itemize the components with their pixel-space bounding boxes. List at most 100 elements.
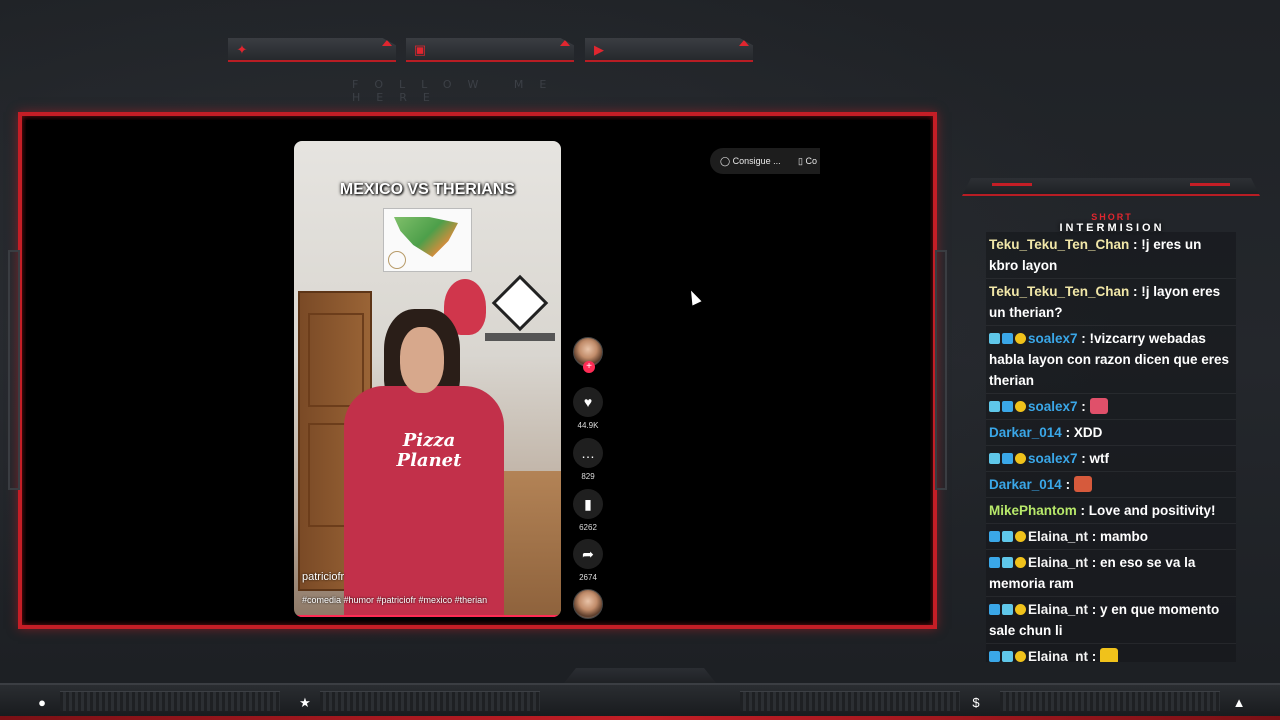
chat-username[interactable]: soalex7 [1028,331,1078,346]
bottom-bar: ● ★ $ ▲ [0,683,1280,720]
chat-subtitle: SHORT [1091,212,1133,222]
chat-username[interactable]: Darkar_014 [989,477,1062,492]
emote-icon [1073,476,1092,492]
twitter-slot[interactable]: ✦ [228,38,396,62]
chat-separator: : [1129,237,1142,252]
chat-username[interactable]: Teku_Teku_Ten_Chan [989,237,1129,252]
video-title: MEXICO VS THERIANS [339,181,516,198]
follow-me-text: FOLLOW ME HERE [352,78,563,104]
chat-message: Elaina_nt : en eso se va la memoria ram [986,550,1236,597]
like-action[interactable]: ♥ 44.9K [571,387,605,430]
chat-separator: : [1077,451,1090,466]
chat-message: Teku_Teku_Ten_Chan : !j eres un kbro lay… [986,232,1236,279]
star-icon: ★ [299,695,311,710]
instagram-slot[interactable]: ▣ [406,38,574,62]
chat-separator: : [1076,503,1089,518]
chat-username[interactable]: Elaina_nt [1028,529,1088,544]
chat-message: Teku_Teku_Ten_Chan : !j layon eres un th… [986,279,1236,326]
dollar-icon: $ [972,695,980,710]
chat-message: Elaina_nt : mambo [986,524,1236,550]
twitter-icon: ✦ [236,42,248,57]
chat-text: mambo [1100,529,1149,544]
chat-username[interactable]: Elaina_nt [1028,649,1088,662]
shelf [485,333,555,341]
comment-action[interactable]: … 829 [571,438,605,481]
bookmark-icon[interactable]: ▮ [573,489,603,519]
chat-text: Love and positivity! [1088,503,1216,518]
coin-icon: ◯ [720,156,731,166]
shirt-logo: Pizza Planet [396,430,462,471]
heart-icon[interactable]: ♥ [573,387,603,417]
blue-badge-icon [1002,453,1013,464]
chat-separator: : [1077,399,1090,414]
youtube-icon: ▶ [594,42,604,57]
emote-icon [1089,398,1108,414]
share-icon[interactable]: ➦ [573,539,603,569]
chat-username[interactable]: MikePhantom [989,503,1077,518]
teal-badge-icon [989,453,1000,464]
chat-username[interactable]: soalex7 [1028,399,1078,414]
video-hashtags[interactable]: #comedia #humor #patriciofr #mexico #the… [302,595,487,605]
gold-badge-icon [1015,453,1026,464]
bottom-red-line [0,716,1280,720]
video-username[interactable]: patriciofr [302,571,344,583]
chat-message: Elaina_nt : y en que momento sale chun l… [986,597,1236,644]
bottom-grill [740,691,960,711]
blue-badge-icon [989,557,1000,568]
device-pill[interactable]: ▯ Co [798,148,817,174]
share-action[interactable]: ➦ 2674 [571,539,605,582]
sound-avatar-button[interactable] [571,589,605,619]
frame-side-left [8,250,20,490]
chat-separator: : [1088,649,1101,662]
chat-separator: : [1061,477,1074,492]
wall-art [491,274,549,332]
creator-avatar-button[interactable]: + [571,337,605,373]
get-app-label: Consigue ... [732,156,781,166]
comment-icon[interactable]: … [573,438,603,468]
gold-badge-icon [1015,531,1026,542]
blue-badge-icon [1002,333,1013,344]
music-disc-icon[interactable] [573,589,603,619]
chat-text: wtf [1089,451,1110,466]
teal-badge-icon [989,333,1000,344]
save-count: 6262 [579,523,597,532]
avatar[interactable]: + [573,337,603,373]
chat-username[interactable]: Darkar_014 [989,425,1062,440]
chat-separator: : [1088,529,1101,544]
chat-username[interactable]: soalex7 [1028,451,1078,466]
blue-badge-icon [989,604,1000,615]
save-action[interactable]: ▮ 6262 [571,489,605,532]
tiktok-video[interactable]: Pizza Planet MEXICO VS THERIANS patricio… [294,141,561,617]
progress-bar[interactable] [294,615,561,617]
header-red-accent [992,183,1032,186]
blue-badge-icon [989,531,1000,542]
teal-badge-icon [1002,604,1013,615]
person-shirt [344,386,504,617]
chat-username[interactable]: Elaina_nt [1028,555,1088,570]
chat-username[interactable]: Elaina_nt [1028,602,1088,617]
person-face [400,327,444,393]
chat-message: soalex7 : wtf [986,446,1236,472]
instagram-icon: ▣ [413,42,427,57]
chat-separator: : [1088,602,1101,617]
device-pill-label: Co [805,156,817,166]
chat-message: Darkar_014 : XDD [986,420,1236,446]
user-icon: ● [38,695,46,710]
frame-side-right [935,250,947,490]
get-app-pill[interactable]: ◯ Consigue ... ▯ Co [710,148,820,174]
blue-badge-icon [989,651,1000,662]
follow-plus-icon[interactable]: + [583,361,595,373]
gold-badge-icon [1015,604,1026,615]
chat-panel[interactable]: Teku_Teku_Ten_Chan : !j eres un kbro lay… [986,232,1236,662]
bottom-grill [1000,691,1220,711]
chat-header-decoration [962,178,1260,196]
share-count: 2674 [579,573,597,582]
chat-separator: : [1129,284,1142,299]
chat-title: INTERMISION [1059,222,1165,234]
youtube-slot[interactable]: ▶ [585,38,753,62]
rocket-icon: ▲ [1232,695,1246,710]
comment-count: 829 [581,472,595,481]
chat-username[interactable]: Teku_Teku_Ten_Chan [989,284,1129,299]
chat-message: MikePhantom : Love and positivity! [986,498,1236,524]
gold-badge-icon [1015,651,1026,662]
